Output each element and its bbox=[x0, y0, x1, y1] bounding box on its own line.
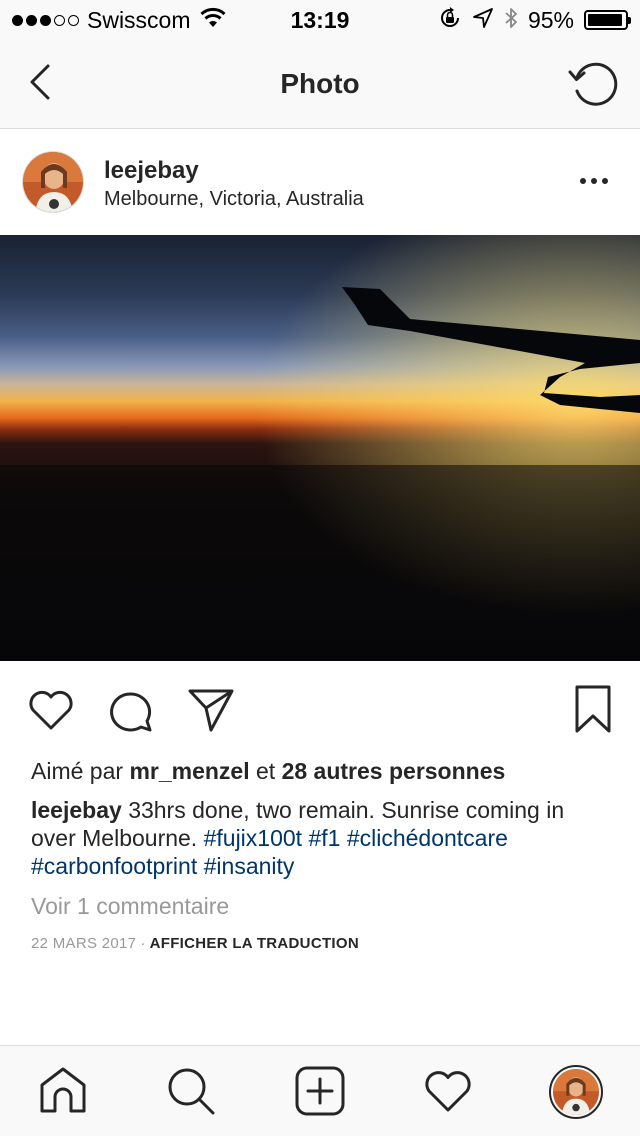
sunrise-photo bbox=[0, 235, 640, 661]
post-photo[interactable] bbox=[0, 235, 640, 661]
likes-others[interactable]: 28 autres personnes bbox=[282, 758, 506, 784]
page-title: Photo bbox=[280, 68, 360, 99]
refresh-icon[interactable] bbox=[566, 58, 620, 112]
heart-icon[interactable] bbox=[26, 685, 76, 735]
translate-button[interactable]: AFFICHER LA TRADUCTION bbox=[150, 935, 359, 952]
likes-prefix: Aimé par bbox=[31, 758, 124, 784]
search-icon[interactable] bbox=[165, 1065, 217, 1117]
view-comments-link[interactable]: Voir 1 commentaire bbox=[31, 893, 229, 920]
home-icon[interactable] bbox=[37, 1065, 89, 1117]
paper-plane-icon[interactable] bbox=[186, 685, 236, 735]
more-dots-icon[interactable] bbox=[572, 168, 616, 194]
profile-avatar[interactable] bbox=[549, 1065, 603, 1119]
bluetooth-icon bbox=[504, 6, 518, 35]
hashtag[interactable]: #clichédontcare bbox=[347, 825, 508, 851]
hashtag[interactable]: #carbonfootprint bbox=[31, 853, 197, 879]
hashtag[interactable]: #f1 bbox=[308, 825, 340, 851]
post-username[interactable]: leejebay bbox=[104, 157, 199, 185]
add-post-icon[interactable] bbox=[294, 1065, 346, 1117]
meta-separator: · bbox=[140, 935, 146, 952]
navigation-bar: Photo bbox=[0, 40, 640, 129]
battery-icon bbox=[584, 10, 631, 30]
likes-summary[interactable]: Aimé par mr_menzel et 28 autres personne… bbox=[31, 758, 505, 785]
rotation-lock-icon bbox=[438, 6, 462, 35]
post-date: 22 MARS 2017 bbox=[31, 935, 137, 952]
post-meta: 22 MARS 2017 · AFFICHER LA TRADUCTION bbox=[31, 935, 359, 952]
post-caption: leejebay 33hrs done, two remain. Sunrise… bbox=[31, 796, 611, 880]
post-actions bbox=[0, 661, 640, 757]
post-header: leejebay Melbourne, Victoria, Australia bbox=[0, 130, 640, 235]
activity-heart-icon[interactable] bbox=[422, 1065, 474, 1117]
hashtag[interactable]: #insanity bbox=[204, 853, 295, 879]
comment-icon[interactable] bbox=[106, 685, 156, 735]
liker-username[interactable]: mr_menzel bbox=[129, 758, 249, 784]
tab-bar bbox=[0, 1045, 640, 1136]
status-bar: Swisscom 13:19 95% bbox=[0, 0, 640, 40]
caption-username[interactable]: leejebay bbox=[31, 797, 122, 823]
likes-conjunction: et bbox=[256, 758, 276, 784]
bookmark-icon[interactable] bbox=[568, 685, 618, 735]
hashtag[interactable]: #fujix100t bbox=[204, 825, 302, 851]
location-arrow-icon bbox=[472, 7, 494, 34]
post-location[interactable]: Melbourne, Victoria, Australia bbox=[104, 188, 364, 211]
avatar[interactable] bbox=[22, 151, 84, 213]
battery-percent: 95% bbox=[527, 6, 574, 33]
